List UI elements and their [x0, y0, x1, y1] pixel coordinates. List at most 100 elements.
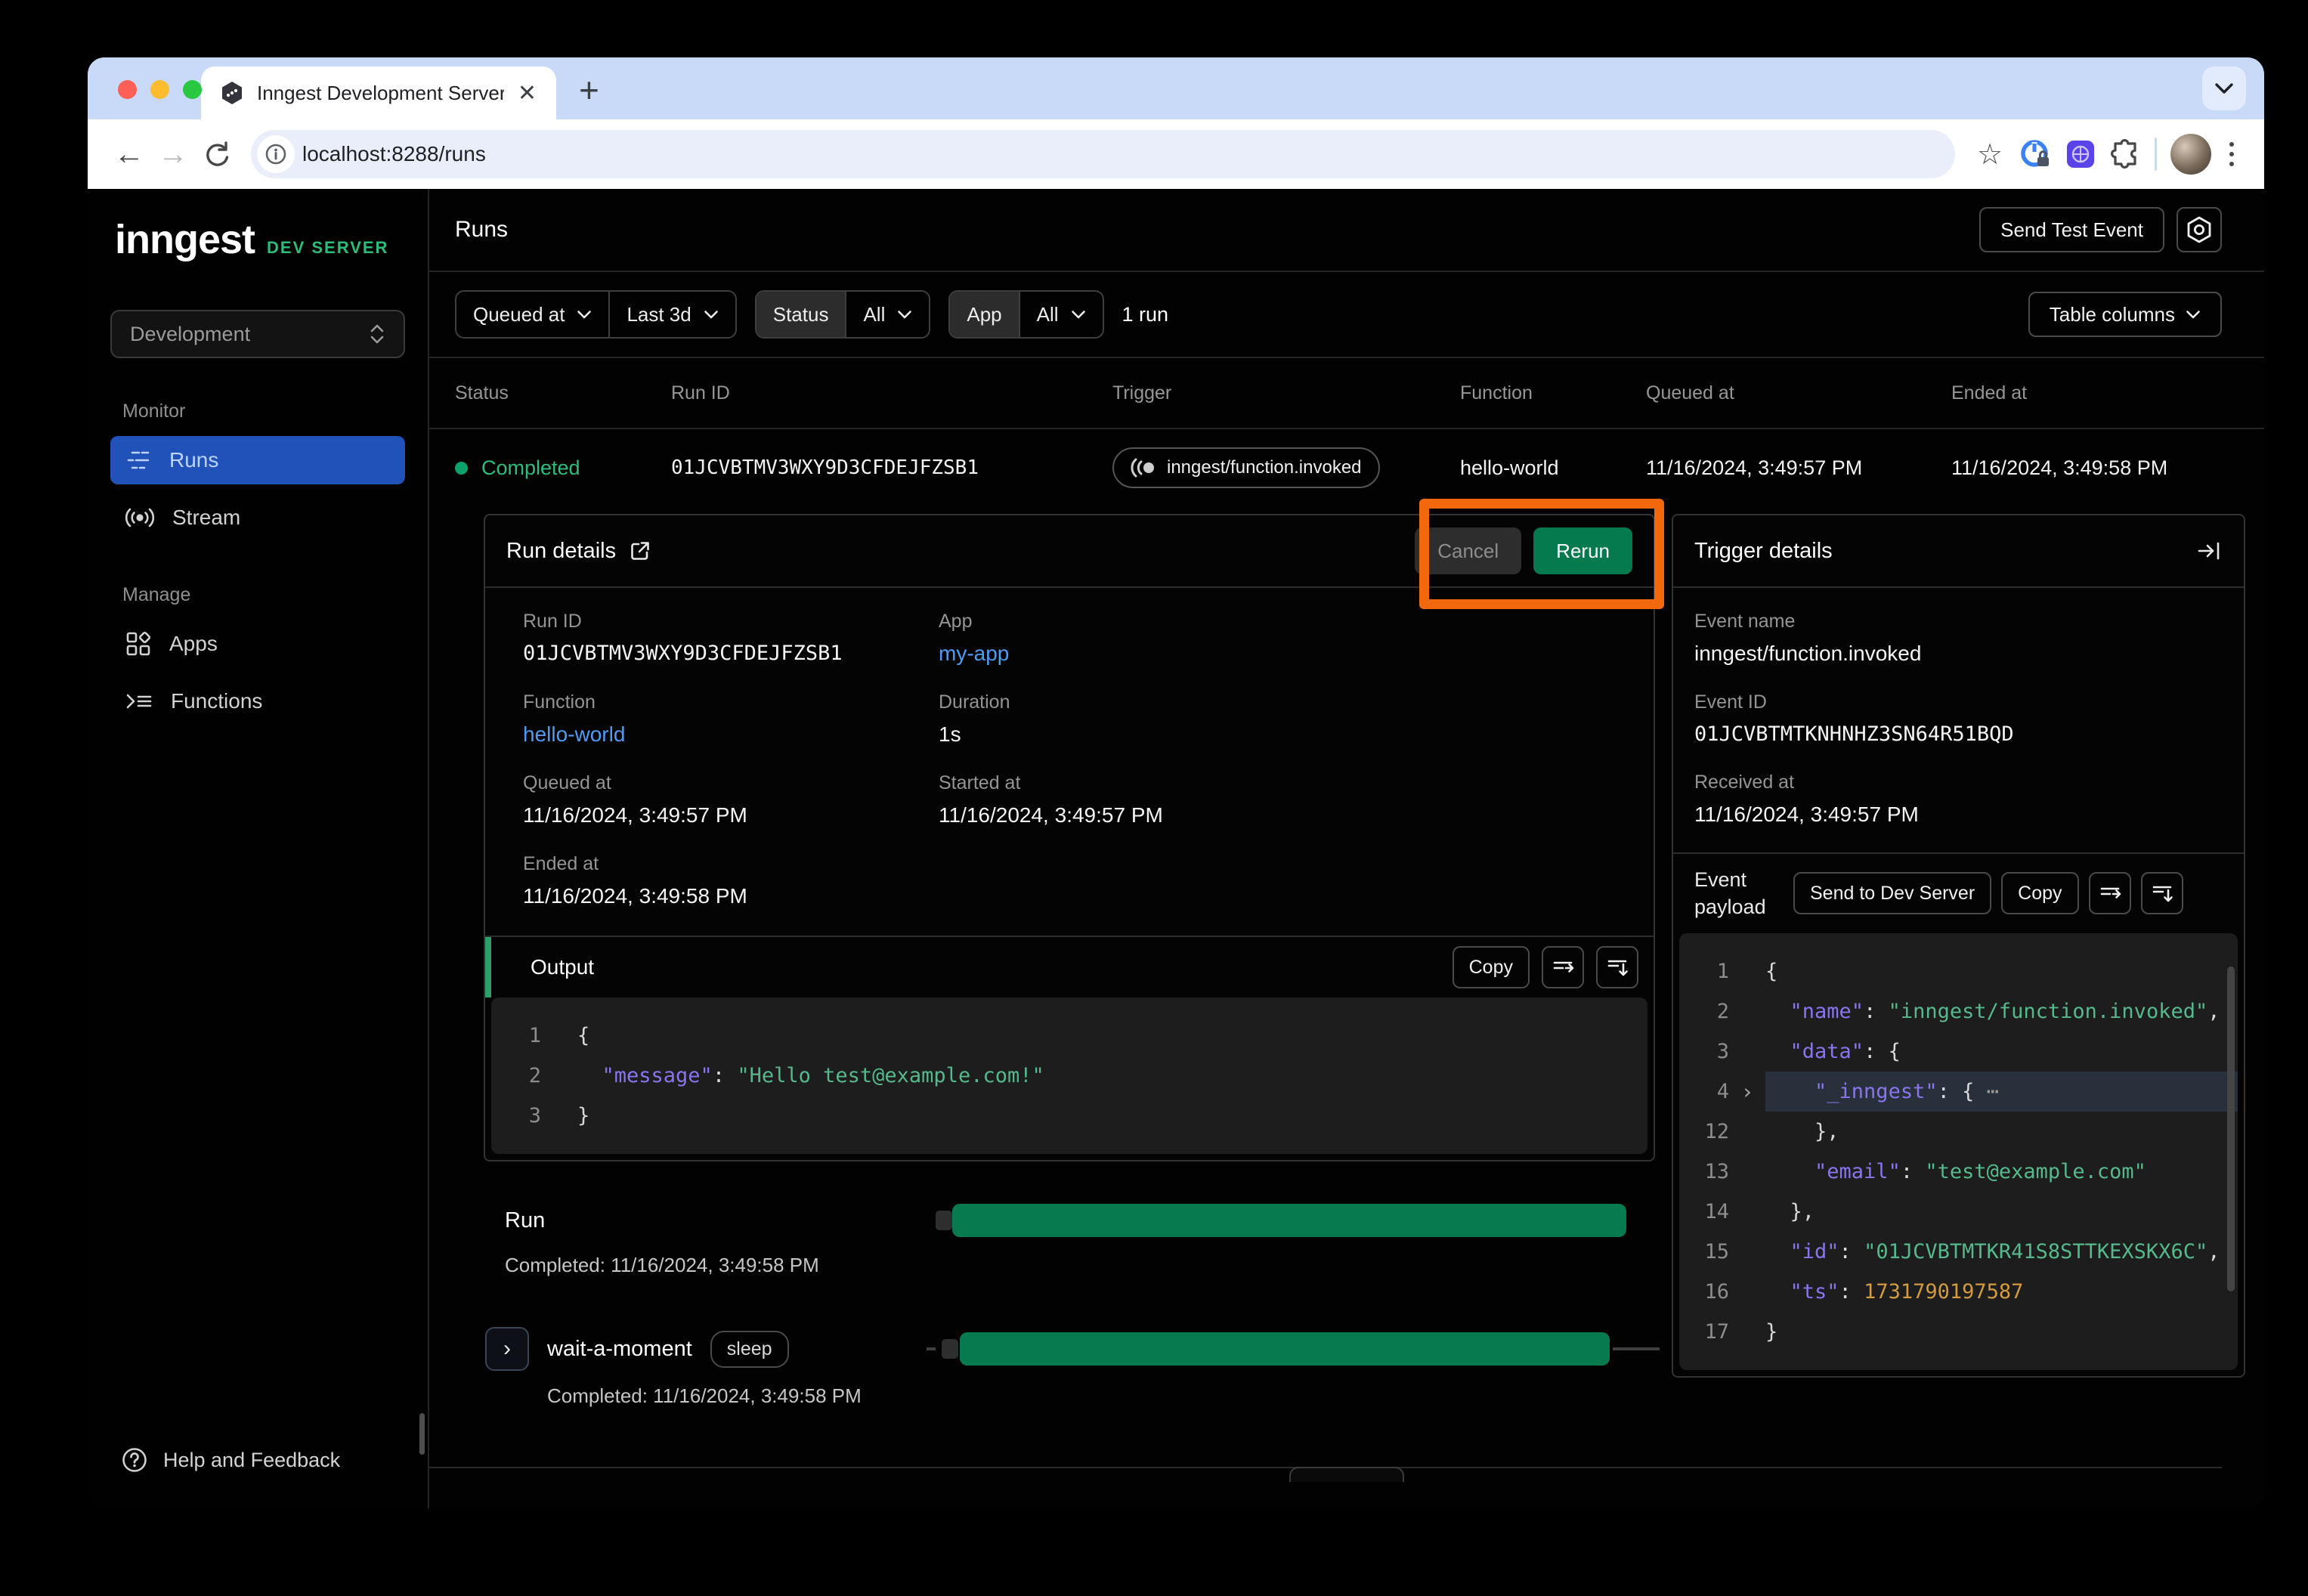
- expand-step-button[interactable]: ›: [485, 1327, 529, 1371]
- function-cell: hello-world: [1460, 456, 1646, 480]
- help-and-feedback[interactable]: Help and Feedback: [110, 1446, 405, 1474]
- status-filter-label: Status: [756, 292, 846, 337]
- browser-tab[interactable]: Inngest Development Server ✕: [201, 66, 556, 119]
- status-filter-select[interactable]: All: [846, 292, 929, 337]
- time-range-select[interactable]: Last 3d: [610, 292, 735, 337]
- ended-at-cell: 11/16/2024, 3:49:58 PM: [1951, 456, 2222, 480]
- external-link-icon[interactable]: [630, 540, 651, 561]
- column-header-function[interactable]: Function: [1460, 382, 1646, 404]
- wrap-text-button[interactable]: [2089, 872, 2131, 914]
- code-text: }: [1765, 1312, 2238, 1352]
- code-line-3: 3}: [491, 1096, 1647, 1136]
- browser-menu-button[interactable]: [2219, 142, 2245, 166]
- field-value: inngest/function.invoked: [1694, 642, 2223, 666]
- code-line-17: 17}: [1679, 1312, 2238, 1352]
- copy-output-button[interactable]: Copy: [1453, 946, 1530, 988]
- wrap-text-button[interactable]: [1542, 946, 1584, 988]
- run-count: 1 run: [1122, 303, 1169, 326]
- minimize-window-button[interactable]: [150, 80, 169, 99]
- collapse-panel-icon[interactable]: [2197, 540, 2223, 562]
- zoom-window-button[interactable]: [183, 80, 202, 99]
- step-duration-bar[interactable]: [960, 1332, 1610, 1366]
- field-label: Queued at: [523, 772, 939, 794]
- column-header-status[interactable]: Status: [455, 382, 671, 404]
- step-name: wait-a-moment: [547, 1337, 692, 1362]
- address-bar[interactable]: localhost:8288/runs: [251, 130, 1955, 178]
- profile-avatar[interactable]: [2170, 134, 2211, 175]
- column-header-queued-at[interactable]: Queued at: [1646, 382, 1951, 404]
- code-line-3: 3 "data": {: [1679, 1032, 2238, 1072]
- run-duration-bar[interactable]: [952, 1204, 1626, 1237]
- stream-icon: [125, 506, 154, 530]
- fold-chevron-icon[interactable]: ›: [1729, 1072, 1765, 1112]
- sidebar-scrollbar-thumb[interactable]: [419, 1413, 425, 1455]
- copy-payload-button[interactable]: Copy: [2001, 872, 2078, 914]
- line-number: 2: [1679, 991, 1729, 1032]
- collapse-details-button[interactable]: [1289, 1467, 1404, 1482]
- time-filter: Queued at Last 3d: [455, 290, 737, 339]
- browser-toolbar: ← → localhost:8288/runs ☆: [88, 119, 2264, 189]
- sidebar-item-stream[interactable]: Stream: [110, 493, 405, 542]
- new-tab-button[interactable]: +: [579, 73, 599, 107]
- code-line-1: 1{: [491, 1016, 1647, 1056]
- line-number: 3: [491, 1096, 541, 1136]
- time-field-select[interactable]: Queued at: [456, 292, 608, 337]
- bookmark-star-icon[interactable]: ☆: [1967, 131, 2013, 177]
- close-window-button[interactable]: [118, 80, 137, 99]
- grammar-extension-icon[interactable]: [2058, 131, 2103, 177]
- close-tab-icon[interactable]: ✕: [518, 80, 537, 107]
- chevron-up-down-icon: [369, 323, 385, 345]
- field-queued-at: Queued at11/16/2024, 3:49:57 PM: [523, 772, 939, 827]
- code-text: "id": "01JCVBTMTKR41S8STTKEXSKX6C",: [1765, 1232, 2238, 1272]
- column-header-ended-at[interactable]: Ended at: [1951, 382, 2222, 404]
- cancel-button[interactable]: Cancel: [1415, 527, 1521, 574]
- password-manager-extension-icon[interactable]: [2013, 131, 2058, 177]
- line-number: 3: [1679, 1032, 1729, 1072]
- back-button[interactable]: ←: [107, 132, 151, 176]
- reload-button[interactable]: [195, 132, 239, 176]
- field-function: Functionhello-world: [523, 691, 939, 747]
- column-header-trigger[interactable]: Trigger: [1112, 382, 1460, 404]
- extensions-puzzle-icon[interactable]: [2103, 131, 2149, 177]
- trigger-details-fields: Event name inngest/function.invoked Event …: [1673, 588, 2244, 827]
- sidebar-item-apps[interactable]: Apps: [110, 620, 405, 668]
- field-value-link[interactable]: my-app: [939, 642, 1632, 666]
- code-line-13: 13 "email": "test@example.com": [1679, 1152, 2238, 1192]
- forward-button[interactable]: →: [151, 132, 195, 176]
- field-duration: Duration1s: [939, 691, 1632, 747]
- field-label: App: [939, 611, 1632, 633]
- line-number: 4: [1679, 1072, 1729, 1112]
- url-text: localhost:8288/runs: [302, 142, 486, 166]
- functions-icon: [125, 690, 153, 713]
- environment-select[interactable]: Development: [110, 310, 405, 358]
- settings-button[interactable]: [2177, 207, 2222, 252]
- field-label: Started at: [939, 772, 1632, 794]
- site-info-button[interactable]: [257, 135, 295, 173]
- payload-scrollbar-thumb[interactable]: [2227, 967, 2235, 1291]
- column-header-run-id[interactable]: Run ID: [671, 382, 1112, 404]
- send-test-event-button[interactable]: Send Test Event: [1979, 207, 2164, 252]
- scroll-to-bottom-button[interactable]: [1596, 946, 1638, 988]
- code-line-12: 12 },: [1679, 1112, 2238, 1152]
- rerun-button[interactable]: Rerun: [1533, 527, 1632, 574]
- sidebar: inngest DEV SERVER Development Monitor R…: [88, 189, 429, 1508]
- scroll-to-bottom-button[interactable]: [2141, 872, 2183, 914]
- field-value-link[interactable]: hello-world: [523, 722, 939, 747]
- field-label: Event name: [1694, 611, 2223, 633]
- app-filter-select[interactable]: All: [1020, 292, 1103, 337]
- wrap-text-icon: [2099, 883, 2121, 904]
- scroll-bottom-icon: [1606, 957, 1629, 978]
- scroll-bottom-icon: [2151, 883, 2173, 904]
- sidebar-item-functions[interactable]: Functions: [110, 677, 405, 725]
- output-code-block: 1{2 "message": "Hello test@example.com!"…: [491, 998, 1647, 1154]
- step-queued-segment: [942, 1339, 958, 1359]
- tab-strip: Inngest Development Server ✕ +: [88, 57, 2264, 119]
- trigger-badge[interactable]: inngest/function.invoked: [1112, 447, 1380, 488]
- run-table-row[interactable]: Completed 01JCVBTMV3WXY9D3CFDEJFZSB1 inn…: [429, 429, 2264, 506]
- table-columns-button[interactable]: Table columns: [2028, 292, 2222, 337]
- send-to-dev-server-button[interactable]: Send to Dev Server: [1793, 872, 1991, 914]
- line-number: 1: [1679, 951, 1729, 991]
- tab-search-button[interactable]: [2202, 66, 2246, 110]
- field-event-id: Event ID01JCVBTMTKNHNHZ3SN64R51BQD: [1694, 691, 2223, 746]
- sidebar-item-runs[interactable]: Runs: [110, 436, 405, 484]
